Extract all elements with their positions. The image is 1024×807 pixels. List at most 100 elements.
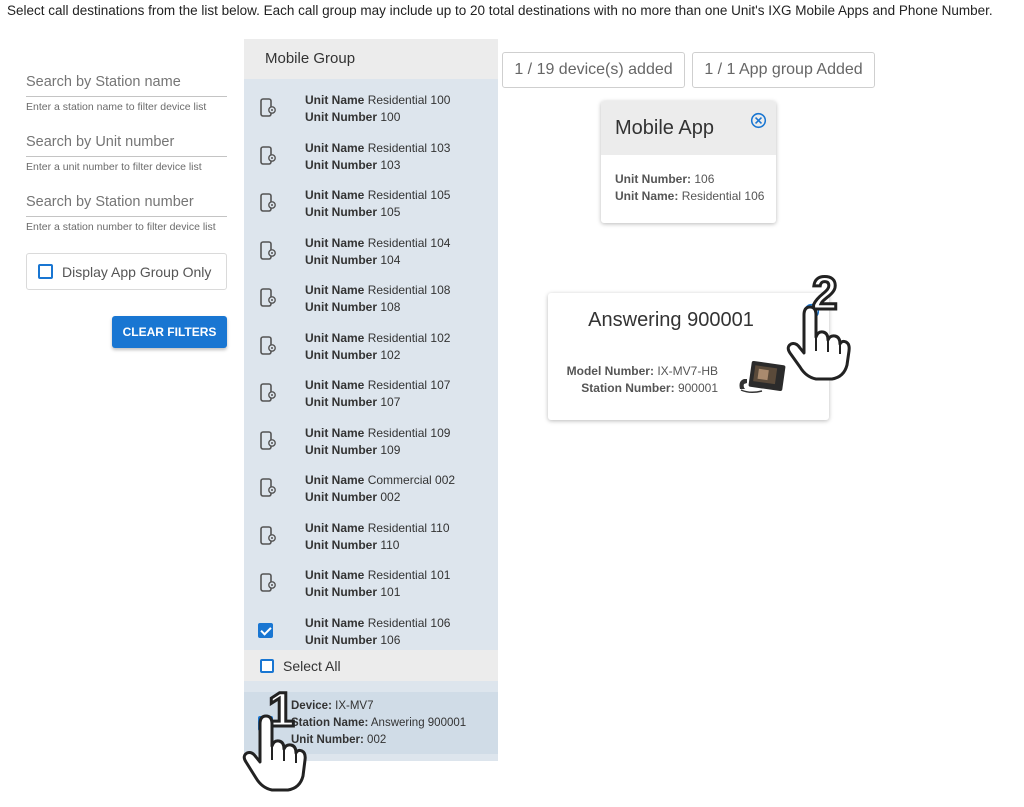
- station-number-value: 900001: [677, 381, 718, 395]
- select-all-checkbox[interactable]: [260, 659, 274, 673]
- unit-name-label: Unit Name: [305, 568, 365, 582]
- mobile-device-icon: [260, 145, 276, 165]
- mobile-app-card-title: Mobile App: [615, 117, 714, 139]
- unit-number-label: Unit Number: [305, 537, 377, 552]
- mobile-app-card: Mobile App Unit Number: 106 Unit Name: R…: [601, 101, 776, 223]
- device-details: Unit Name Residential 104 Unit Number 104: [305, 235, 450, 269]
- devices-added-counter: 1 / 19 device(s) added: [502, 52, 685, 88]
- mobile-group-title: Mobile Group: [265, 50, 356, 67]
- mobile-device-icon: [260, 288, 276, 307]
- unit-number-value: 105: [380, 205, 401, 219]
- mobile-app-unit-name-value: Residential 106: [681, 189, 765, 203]
- unit-number-label: Unit Number: [305, 490, 377, 504]
- app-group-only-label: Display App Group Only: [62, 263, 212, 280]
- station-unit-number-value: 002: [367, 734, 387, 746]
- device-details: Unit Name Residential 106 Unit Number 106: [305, 615, 450, 649]
- device-details: Unit Name Residential 100 Unit Number 100: [305, 92, 450, 126]
- device-details: Unit Name Commercial 002 Unit Number 002: [305, 472, 455, 506]
- device-list-header: Mobile Group: [244, 39, 498, 79]
- unit-number-value: 101: [380, 585, 401, 599]
- unit-number-label: Unit Number: [305, 300, 377, 314]
- unit-name-label: Unit Name: [305, 140, 365, 155]
- device-list-item[interactable]: Unit Name Residential 104 Unit Number 104: [244, 227, 498, 274]
- mobile-device-icon: [260, 240, 276, 260]
- device-list-item[interactable]: Unit Name Residential 107 Unit Number 107: [244, 369, 498, 416]
- device-value: IX-MV7: [335, 700, 374, 712]
- device-list-item[interactable]: Unit Name Residential 106 Unit Number 106: [244, 607, 498, 654]
- video-intercom-icon: [739, 361, 786, 394]
- unit-name-value: Residential 102: [367, 330, 451, 345]
- unit-name-value: Residential 100: [367, 93, 451, 107]
- station-name-hint: Enter a station name to filter device li…: [26, 101, 207, 113]
- station-number-filter: Enter a station number to filter device …: [26, 194, 227, 233]
- station-number-label: Station Number:: [581, 381, 675, 395]
- unit-number-value: 106: [380, 632, 401, 647]
- device-list-item[interactable]: Unit Name Residential 103 Unit Number 103: [244, 132, 498, 179]
- device-details: Unit Name Residential 102 Unit Number 102: [305, 330, 450, 364]
- device-list-item[interactable]: Unit Name Residential 102 Unit Number 102: [244, 322, 498, 369]
- hand-pointer-icon: 2: [786, 266, 851, 381]
- mobile-app-card-header: Mobile App: [601, 101, 776, 155]
- unit-name-label: Unit Name: [305, 283, 365, 297]
- unit-name-label: Unit Name: [305, 425, 365, 440]
- device-details: Unit Name Residential 110 Unit Number 110: [305, 520, 450, 554]
- unit-number-label: Unit Number: [305, 395, 377, 409]
- device-list-item[interactable]: Unit Name Residential 109 Unit Number 109: [244, 417, 498, 464]
- mobile-app-unit-number-label: Unit Number:: [615, 172, 691, 186]
- app-group-only-checkbox[interactable]: [38, 264, 53, 279]
- unit-number-label: Unit Number: [305, 252, 377, 267]
- unit-name-value: Residential 105: [367, 188, 451, 202]
- device-list-item[interactable]: Unit Name Commercial 002 Unit Number 002: [244, 464, 498, 511]
- instructions-text: Select call destinations from the list b…: [7, 3, 993, 18]
- model-number-label: Model Number:: [566, 364, 654, 378]
- unit-name-value: Commercial 002: [367, 473, 456, 487]
- mobile-device-icon: [260, 478, 276, 497]
- device-list-item[interactable]: Unit Name Residential 101 Unit Number 101: [244, 559, 498, 606]
- unit-number-value: 100: [380, 110, 401, 124]
- unit-name-label: Unit Name: [305, 520, 365, 535]
- mobile-app-card-details: Unit Number: 106 Unit Name: Residential …: [615, 171, 764, 205]
- station-name-value: Answering 900001: [370, 717, 467, 729]
- device-details: Unit Name Residential 109 Unit Number 109: [305, 425, 450, 459]
- mobile-device-icon: [260, 335, 276, 355]
- unit-number-label: Unit Number: [305, 205, 377, 219]
- unit-number-value: 108: [380, 300, 401, 314]
- unit-number-value: 107: [380, 395, 401, 409]
- device-list-item[interactable]: Unit Name Residential 108 Unit Number 108: [244, 274, 498, 321]
- answering-station-title: Answering 900001: [588, 309, 754, 331]
- device-list-item[interactable]: Unit Name Residential 110 Unit Number 110: [244, 512, 498, 559]
- unit-name-label: Unit Name: [305, 378, 365, 392]
- unit-number-value: 103: [380, 157, 401, 172]
- station-number-search-input[interactable]: [26, 194, 227, 217]
- unit-name-value: Residential 101: [367, 568, 451, 582]
- unit-number-filter: Enter a unit number to filter device lis…: [26, 134, 227, 173]
- unit-name-value: Residential 110: [367, 520, 450, 535]
- unit-number-label: Unit Number: [305, 585, 377, 599]
- device-checkbox[interactable]: [258, 622, 273, 638]
- device-list-item[interactable]: Unit Name Residential 100 Unit Number 100: [244, 84, 498, 131]
- device-details: Unit Name Residential 105 Unit Number 105: [305, 187, 450, 221]
- device-details: Unit Name Residential 103 Unit Number 103: [305, 140, 450, 174]
- clear-filters-button[interactable]: CLEAR FILTERS: [112, 316, 227, 348]
- answering-station-details: Model Number: IX-MV7-HB Station Number: …: [548, 363, 718, 397]
- mobile-device-icon: [260, 525, 276, 545]
- select-all-label: Select All: [283, 658, 341, 674]
- mobile-app-unit-number-value: 106: [694, 172, 715, 186]
- unit-name-value: Residential 103: [367, 140, 451, 155]
- station-name-search-input[interactable]: [26, 74, 227, 97]
- station-details: Device: IX-MV7 Station Name: Answering 9…: [291, 698, 466, 749]
- mobile-device-icon: [260, 430, 276, 450]
- unit-name-label: Unit Name: [305, 93, 365, 107]
- unit-number-search-input[interactable]: [26, 134, 227, 157]
- device-details: Unit Name Residential 108 Unit Number 108: [305, 282, 450, 316]
- remove-circle-icon[interactable]: [750, 112, 767, 129]
- unit-name-value: Residential 104: [367, 235, 451, 250]
- unit-number-value: 102: [380, 347, 401, 362]
- unit-name-label: Unit Name: [305, 473, 365, 487]
- unit-number-label: Unit Number: [305, 157, 377, 172]
- device-list-item[interactable]: Unit Name Residential 105 Unit Number 105: [244, 179, 498, 226]
- app-group-only-toggle[interactable]: Display App Group Only: [26, 253, 227, 290]
- unit-number-value: 002: [380, 490, 401, 504]
- unit-name-value: Residential 107: [367, 378, 451, 392]
- unit-number-label: Unit Number: [305, 442, 377, 457]
